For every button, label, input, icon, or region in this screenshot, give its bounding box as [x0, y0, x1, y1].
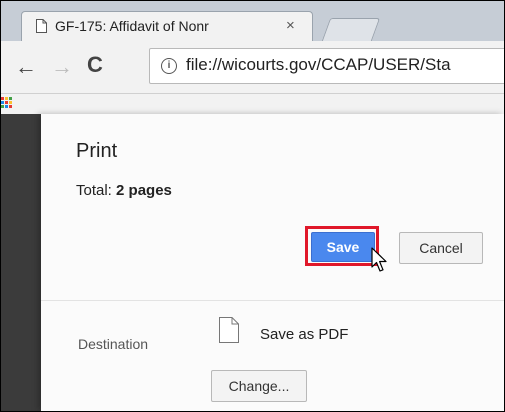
toolbar: ← → C i file://wicourts.gov/CCAP/USER/St… — [1, 41, 504, 94]
mouse-pointer-icon — [371, 247, 387, 272]
tab-close-icon[interactable]: × — [286, 17, 295, 34]
change-destination-button[interactable]: Change... — [211, 370, 307, 402]
destination-label: Destination — [78, 336, 149, 352]
print-dialog: Print Total: 2 pages Save Cancel Destina… — [41, 114, 504, 411]
new-tab-button[interactable] — [321, 18, 381, 41]
apps-icon[interactable] — [1, 97, 12, 109]
total-value: 2 pages — [116, 182, 172, 199]
tab-title: GF-175: Affidavit of Nonr — [55, 18, 209, 34]
section-divider — [41, 300, 504, 301]
browser-window: GF-175: Affidavit of Nonr × ← → C i file… — [0, 0, 505, 412]
back-arrow-icon[interactable]: ← — [15, 54, 37, 80]
dialog-title: Print — [76, 140, 118, 162]
document-icon — [219, 317, 239, 343]
tab-active[interactable]: GF-175: Affidavit of Nonr × — [21, 11, 313, 42]
info-icon[interactable]: i — [161, 58, 177, 74]
cancel-button[interactable]: Cancel — [399, 232, 483, 264]
bookmarks-bar — [1, 94, 504, 114]
url-text: file://wicourts.gov/CCAP/USER/Sta — [186, 55, 451, 74]
address-bar[interactable]: i file://wicourts.gov/CCAP/USER/Sta — [149, 48, 504, 84]
destination-value: Save as PDF — [260, 326, 349, 343]
forward-arrow-icon[interactable]: → — [51, 54, 73, 80]
page-icon — [36, 19, 47, 33]
total-label: Total: — [76, 182, 112, 199]
reload-icon[interactable]: C — [87, 52, 103, 78]
total-pages: Total: 2 pages — [76, 182, 172, 199]
save-button[interactable]: Save — [311, 232, 375, 262]
tab-strip: GF-175: Affidavit of Nonr × — [1, 1, 504, 42]
page-background — [1, 114, 41, 411]
